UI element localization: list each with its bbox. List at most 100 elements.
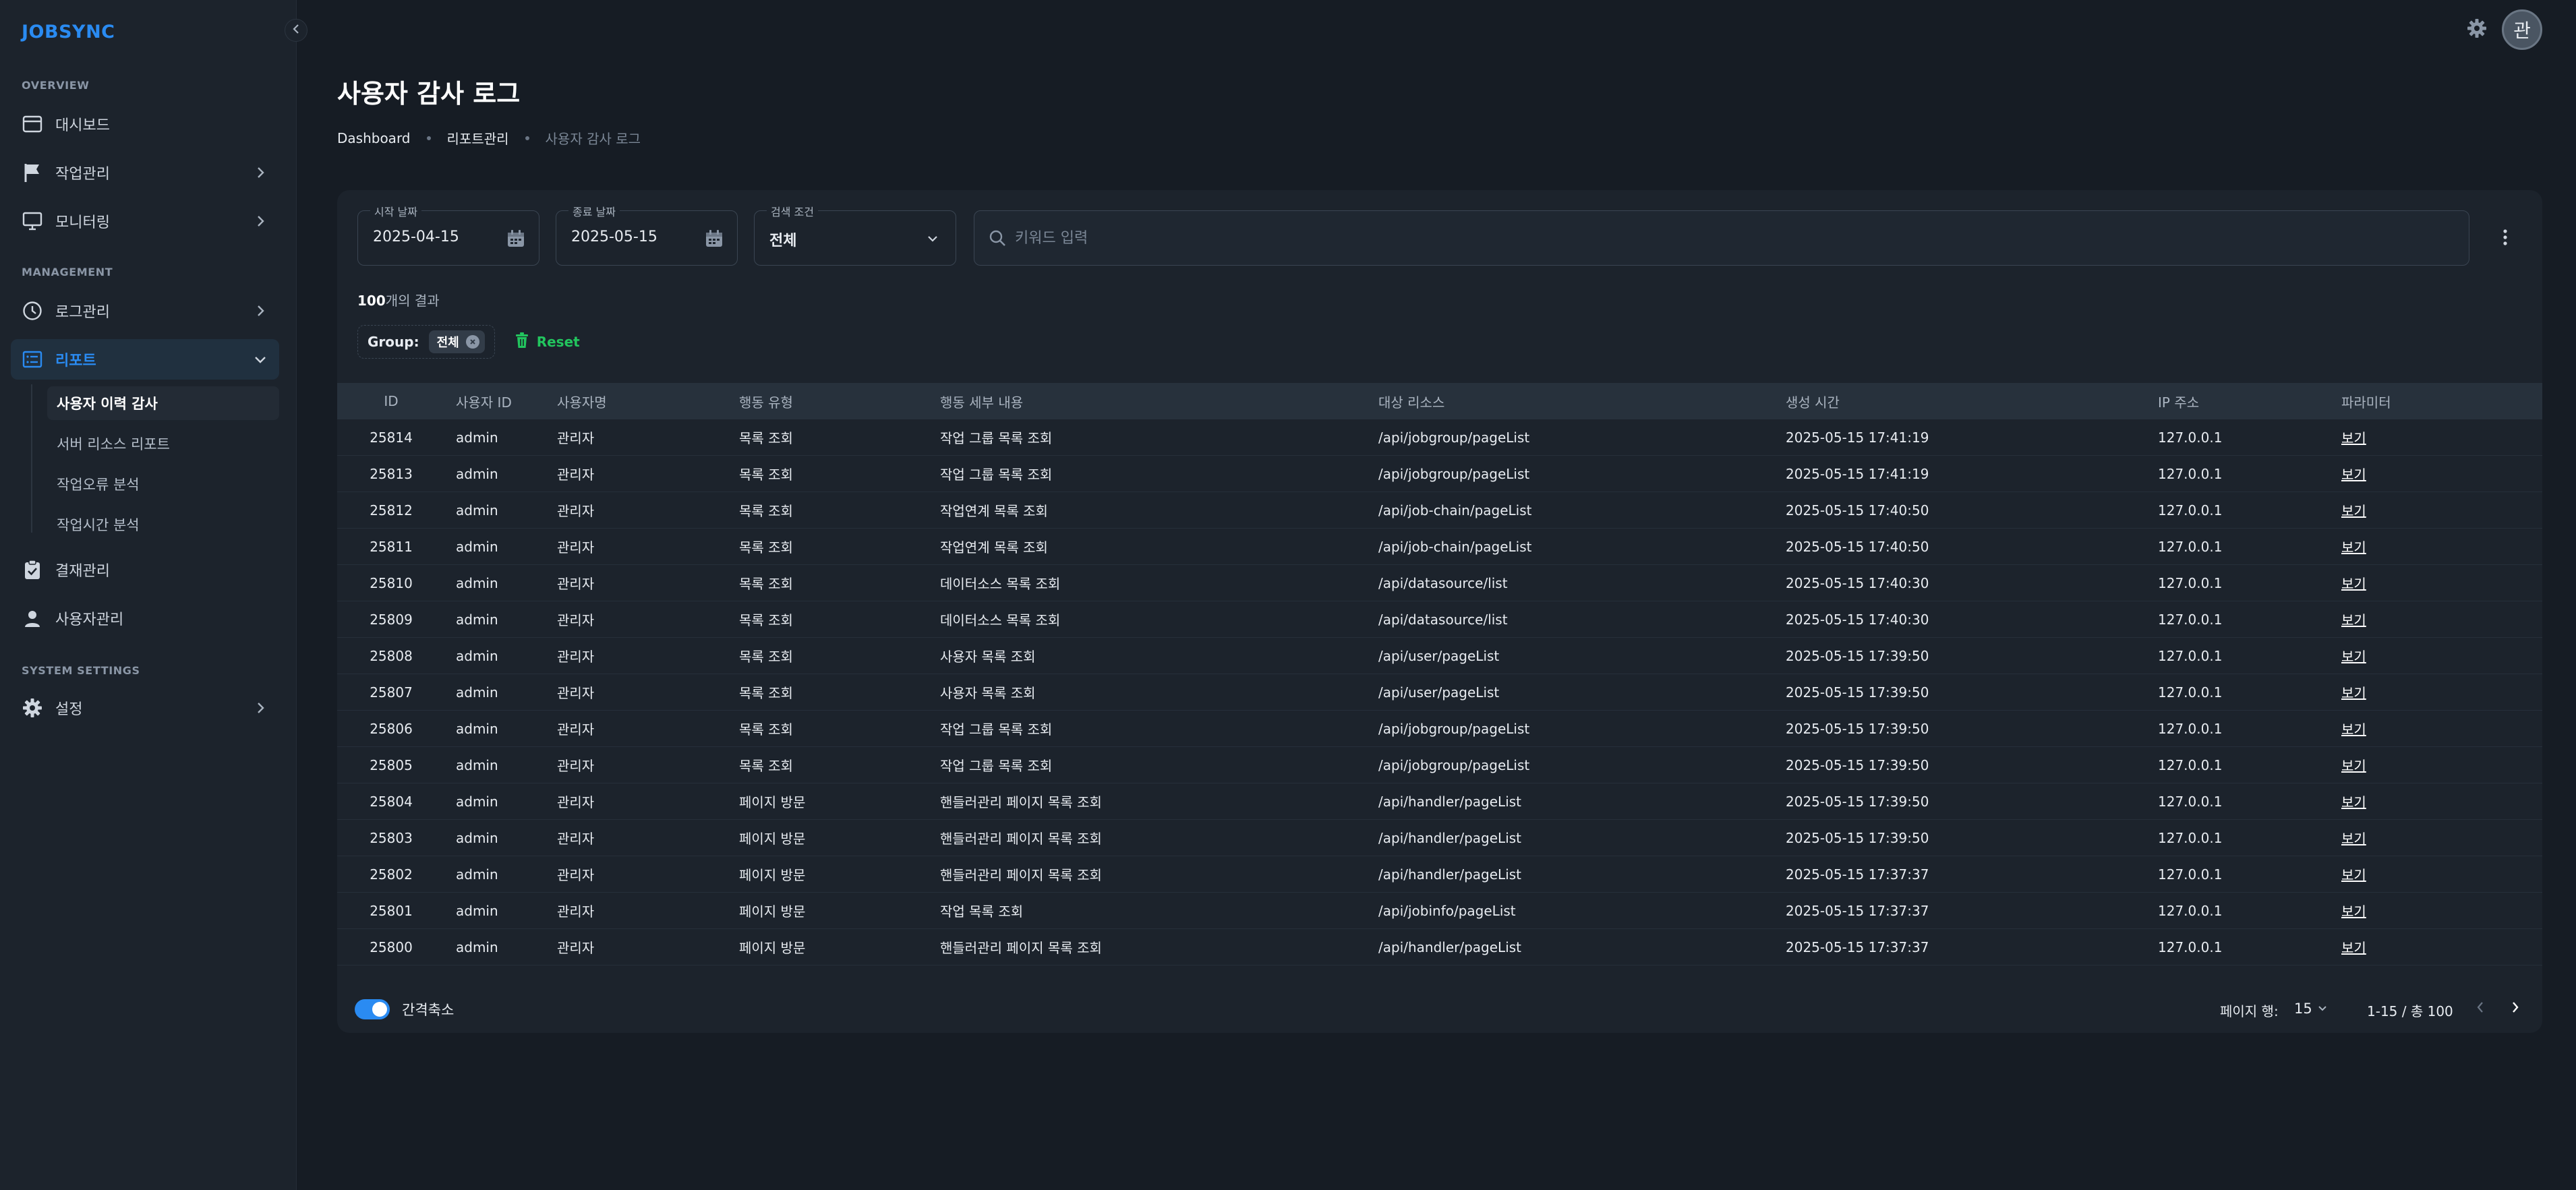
avatar[interactable]: 관 [2502,9,2542,50]
cell-resource: /api/job-chain/pageList [1378,538,1532,555]
sidebar-item-reports[interactable]: 리포트 [11,339,279,380]
close-icon[interactable] [465,335,479,349]
column-header-created-at[interactable]: 생성 시간 [1780,392,2153,411]
sidebar-collapse-button[interactable] [285,19,308,42]
more-vertical-icon [2502,229,2508,249]
view-params-link[interactable]: 보기 [2341,467,2366,483]
table-row[interactable]: 25812 admin 관리자 목록 조회 작업연계 목록 조회/api/job-cha… [337,492,2542,529]
view-params-link[interactable]: 보기 [2341,831,2366,847]
table-row[interactable]: 25808 admin 관리자 목록 조회 사용자 목록 조회/api/user/pag… [337,638,2542,674]
table-row[interactable]: 25802 admin 관리자 페이지 방문 핸들러관리 페이지 목록 조회/api/h… [337,856,2542,893]
view-params-link[interactable]: 보기 [2341,794,2366,810]
cell-created-at: 2025-05-15 17:39:50 [1786,720,1929,737]
table-row[interactable]: 25814 admin 관리자 목록 조회 작업 그룹 목록 조회/api/jobgro… [337,419,2542,456]
dense-toggle[interactable] [355,999,390,1019]
sidebar-subitem-user-audit[interactable]: 사용자 이력 감사 [47,386,279,420]
column-header-ip[interactable]: IP 주소 [2153,392,2341,411]
end-date-value: 2025-05-15 [571,229,657,245]
more-options-button[interactable] [2492,225,2519,252]
sidebar-item-jobs[interactable]: 작업관리 [11,152,279,193]
sidebar-subitem-server-resource[interactable]: 서버 리소스 리포트 [47,427,279,460]
search-input[interactable] [1015,225,2431,251]
cell-action-detail: 사용자 목록 조회 [940,685,1036,701]
sidebar-item-monitoring[interactable]: 모니터링 [11,201,279,241]
sidebar-item-logs[interactable]: 로그관리 [11,291,279,331]
table-row[interactable]: 25805 admin 관리자 목록 조회 작업 그룹 목록 조회/api/jobgro… [337,747,2542,783]
view-params-link[interactable]: 보기 [2341,576,2366,592]
cell-ip: 127.0.0.1 [2158,538,2223,555]
sidebar-item-approval[interactable]: 결재관리 [11,549,279,590]
cell-user-name: 관리자 [557,794,595,810]
rows-per-page-select[interactable]: 15 [2294,996,2330,1021]
table-row[interactable]: 25807 admin 관리자 목록 조회 사용자 목록 조회/api/user/pag… [337,674,2542,711]
table-row[interactable]: 25806 admin 관리자 목록 조회 작업 그룹 목록 조회/api/jobgro… [337,711,2542,747]
breadcrumb-dashboard[interactable]: Dashboard [337,130,411,146]
reset-button[interactable]: Reset [510,328,585,355]
table-row[interactable]: 25803 admin 관리자 페이지 방문 핸들러관리 페이지 목록 조회/api/h… [337,820,2542,856]
view-params-link[interactable]: 보기 [2341,721,2366,738]
view-params-link[interactable]: 보기 [2341,612,2366,628]
cell-user-name: 관리자 [557,649,595,665]
previous-page-button[interactable] [2468,996,2492,1021]
view-params-link[interactable]: 보기 [2341,539,2366,556]
sidebar-item-label: 리포트 [55,353,96,369]
cell-created-at: 2025-05-15 17:39:50 [1786,684,1929,701]
sidebar-item-users[interactable]: 사용자관리 [11,598,279,638]
breadcrumb-report-management[interactable]: 리포트관리 [447,128,509,148]
sidebar-subitem-job-error[interactable]: 작업오류 분석 [47,467,279,501]
table-row[interactable]: 25810 admin 관리자 목록 조회 데이터소스 목록 조회/api/dataso… [337,565,2542,601]
start-date-field[interactable]: 시작 날짜 2025-04-15 [357,203,539,266]
column-header-user-name[interactable]: 사용자명 [526,392,712,411]
result-count: 100개의 결과 [357,290,440,309]
column-header-action-detail[interactable]: 행동 세부 내용 [935,392,1373,411]
cell-resource: /api/jobgroup/pageList [1378,720,1530,737]
sidebar-item-label: 사용자관리 [55,612,124,628]
cell-user-id: admin [456,502,498,518]
table-row[interactable]: 25809 admin 관리자 목록 조회 데이터소스 목록 조회/api/dataso… [337,601,2542,638]
cell-ip: 127.0.0.1 [2158,684,2223,701]
settings-button[interactable] [2465,18,2489,42]
column-header-id[interactable]: ID [337,393,425,409]
cell-user-name: 관리자 [557,940,595,956]
view-params-link[interactable]: 보기 [2341,430,2366,446]
sidebar-item-dashboard[interactable]: 대시보드 [11,104,279,144]
view-params-link[interactable]: 보기 [2341,503,2366,519]
view-params-link[interactable]: 보기 [2341,867,2366,883]
view-params-link[interactable]: 보기 [2341,685,2366,701]
search-condition-select[interactable]: 검색 조건 전체 [754,203,956,266]
end-date-field[interactable]: 종료 날짜 2025-05-15 [556,203,738,266]
calendar-icon[interactable] [703,228,725,249]
column-header-action-type[interactable]: 행동 유형 [712,392,935,411]
cell-created-at: 2025-05-15 17:40:50 [1786,538,1929,555]
cell-params: 보기 [2341,537,2542,556]
calendar-icon[interactable] [505,228,527,249]
view-params-link[interactable]: 보기 [2341,758,2366,774]
cell-id: 25812 [370,502,413,518]
view-params-link[interactable]: 보기 [2341,940,2366,956]
table-row[interactable]: 25800 admin 관리자 페이지 방문 핸들러관리 페이지 목록 조회/api/h… [337,929,2542,965]
table-row[interactable]: 25804 admin 관리자 페이지 방문 핸들러관리 페이지 목록 조회/api/h… [337,783,2542,820]
cell-created-at: 2025-05-15 17:37:37 [1786,902,1929,919]
audit-log-table: ID 사용자 ID 사용자명 행동 유형 행동 세부 내용 대상 리소스 생성 … [337,383,2542,965]
table-row[interactable]: 25811 admin 관리자 목록 조회 작업연계 목록 조회/api/job-cha… [337,529,2542,565]
cell-params: 보기 [2341,937,2542,957]
cell-action-detail: 작업 그룹 목록 조회 [940,467,1053,483]
cell-resource: /api/user/pageList [1378,684,1500,701]
cell-created-at: 2025-05-15 17:37:37 [1786,866,1929,883]
table-row[interactable]: 25801 admin 관리자 페이지 방문 작업 목록 조회/api/jobinfo/… [337,893,2542,929]
sidebar-item-settings[interactable]: 설정 [11,688,279,728]
brand-logo[interactable]: JOBSYNC [22,22,115,42]
column-header-resource[interactable]: 대상 리소스 [1373,392,1780,411]
table-row[interactable]: 25813 admin 관리자 목록 조회 작업 그룹 목록 조회/api/jobgro… [337,456,2542,492]
column-header-user-id[interactable]: 사용자 ID [425,392,526,411]
cell-ip: 127.0.0.1 [2158,720,2223,737]
cell-created-at: 2025-05-15 17:39:50 [1786,647,1929,664]
cell-created-at: 2025-05-15 17:41:19 [1786,465,1929,482]
cell-action-type: 목록 조회 [739,649,793,665]
next-page-button[interactable] [2503,996,2527,1021]
cell-id: 25811 [370,538,413,555]
view-params-link[interactable]: 보기 [2341,903,2366,920]
sidebar-subitem-job-time[interactable]: 작업시간 분석 [47,508,279,541]
view-params-link[interactable]: 보기 [2341,649,2366,665]
column-header-params[interactable]: 파라미터 [2341,392,2542,411]
